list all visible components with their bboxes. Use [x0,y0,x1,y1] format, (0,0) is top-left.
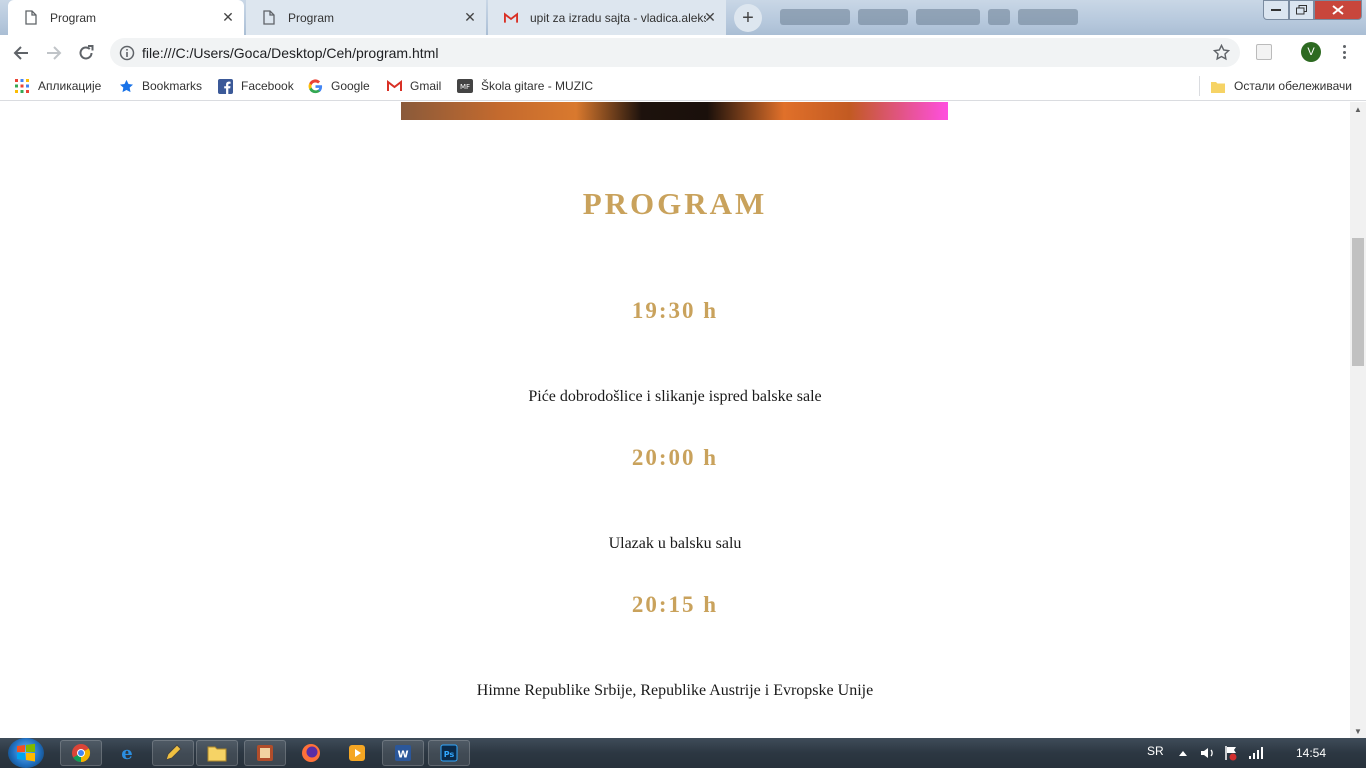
taskbar-word[interactable]: W [382,740,424,766]
address-url[interactable]: file:///C:/Users/Goca/Desktop/Ceh/progra… [142,45,438,61]
new-tab-button[interactable]: + [734,4,762,32]
gmail-icon [386,78,402,94]
video-player-icon [349,745,365,761]
taskbar-file-explorer[interactable] [196,740,238,766]
extension-icon[interactable] [1256,44,1272,60]
bookmarks-separator [1199,76,1200,96]
bookmark-google[interactable]: Google [307,76,370,96]
menu-kebab-icon[interactable] [1336,43,1352,61]
taskbar-pencil-app[interactable] [152,740,194,766]
taskbar-media-app[interactable] [244,740,286,766]
bookmark-label: Škola gitare - MUZIC [481,79,593,93]
facebook-icon [217,78,233,94]
hero-image [401,102,948,120]
volume-icon[interactable] [1200,746,1216,760]
profile-avatar[interactable]: V [1301,42,1321,62]
bookmark-bookmarks[interactable]: Bookmarks [118,76,202,96]
bookmark-label: Facebook [241,79,294,93]
windows-logo-icon [17,743,35,762]
tab-title: Program [288,10,335,25]
tab-program-active[interactable]: Program ✕ [8,0,244,35]
page-title: PROGRAM [582,186,768,221]
close-window-button[interactable] [1314,0,1362,20]
taskbar-internet-explorer[interactable]: e [106,740,148,766]
bookmark-label: Gmail [410,79,442,93]
tab-title: Program [50,10,97,25]
forward-button[interactable] [40,39,68,67]
internet-explorer-icon: e [121,743,132,763]
tab-title: upit za izradu sajta - vladica.aleks [530,10,706,25]
browser-title-bar: Program ✕ Program ✕ upit za izradu sajta… [0,0,1366,35]
file-explorer-icon [207,746,227,762]
back-button[interactable] [7,39,35,67]
vertical-scrollbar[interactable]: ▲ ▼ [1350,102,1366,738]
page-viewport: PROGRAM 19:30 h Piće dobrodošlice i slik… [0,102,1350,738]
close-tab-icon[interactable]: ✕ [220,9,236,25]
svg-text:MF: MF [460,83,470,91]
folder-icon [1210,78,1226,94]
apps-grid-icon [14,78,30,94]
page-icon [24,10,38,26]
schedule-time: 20:00 h [631,445,719,470]
schedule-description: Piće dobrodošlice i slikanje ispred bals… [528,388,822,405]
bookmark-gmail[interactable]: Gmail [386,76,441,96]
info-icon[interactable] [119,45,135,61]
mf-icon: MF [457,78,473,94]
taskbar-photoshop[interactable]: Ps [428,740,470,766]
network-signal-icon[interactable] [1248,747,1264,759]
taskbar-firefox[interactable] [290,740,332,766]
bookmark-apps[interactable]: Апликације [14,76,101,96]
other-bookmarks[interactable]: Остали обележивачи [1210,76,1352,96]
page-icon [262,10,276,26]
star-icon [118,78,134,94]
reload-button[interactable] [72,39,100,67]
schedule-description: Himne Republike Srbije, Republike Austri… [476,682,874,699]
media-app-icon [257,745,273,761]
start-button[interactable] [8,738,44,768]
minimize-button[interactable] [1263,0,1289,20]
bookmarks-bar: Апликације Bookmarks Facebook Google Gma… [0,70,1366,101]
scroll-thumb[interactable] [1352,238,1364,366]
tab-gmail[interactable]: upit za izradu sajta - vladica.aleks ✕ [488,0,726,35]
bookmark-label: Bookmarks [142,79,203,93]
pencil-app-icon [165,744,182,761]
tab-program-inactive[interactable]: Program ✕ [246,0,486,35]
bookmark-label: Апликације [38,79,102,93]
scroll-down-arrow-icon[interactable]: ▼ [1350,724,1366,738]
address-bar[interactable]: file:///C:/Users/Goca/Desktop/Ceh/progra… [110,38,1240,67]
firefox-icon [302,744,320,762]
close-tab-icon[interactable]: ✕ [462,9,478,25]
restore-button[interactable] [1289,0,1314,20]
taskbar-video-player[interactable] [336,740,378,766]
schedule-time: 19:30 h [631,298,719,323]
svg-text:Ps: Ps [444,750,455,759]
svg-text:e: e [121,743,132,763]
close-tab-icon[interactable]: ✕ [702,9,718,25]
photoshop-icon: Ps [440,744,458,762]
bookmark-skola-gitare[interactable]: MF Škola gitare - MUZIC [457,76,593,96]
schedule-time: 20:15 h [631,592,719,617]
svg-text:W: W [397,750,408,761]
chrome-icon [72,744,91,762]
taskbar-clock[interactable]: 14:54 [1296,746,1326,760]
other-bookmarks-label: Остали обележивачи [1234,79,1352,93]
browser-toolbar: file:///C:/Users/Goca/Desktop/Ceh/progra… [0,35,1366,70]
back-arrow-icon [13,46,28,60]
background-desktop-strip [760,3,1260,31]
bookmark-star-icon[interactable] [1213,44,1230,61]
scroll-up-arrow-icon[interactable]: ▲ [1350,102,1366,116]
show-hidden-icons-icon[interactable] [1178,749,1188,757]
forward-arrow-icon [47,46,62,60]
language-indicator[interactable]: SR [1147,744,1164,758]
gmail-icon [504,10,518,26]
bookmark-facebook[interactable]: Facebook [217,76,294,96]
taskbar-chrome[interactable] [60,740,102,766]
google-icon [307,78,323,94]
bookmark-label: Google [331,79,370,93]
reload-icon [79,45,94,60]
action-center-flag-icon[interactable] [1224,745,1238,761]
schedule-description: Ulazak u balsku salu [608,535,742,552]
word-icon: W [395,745,411,761]
